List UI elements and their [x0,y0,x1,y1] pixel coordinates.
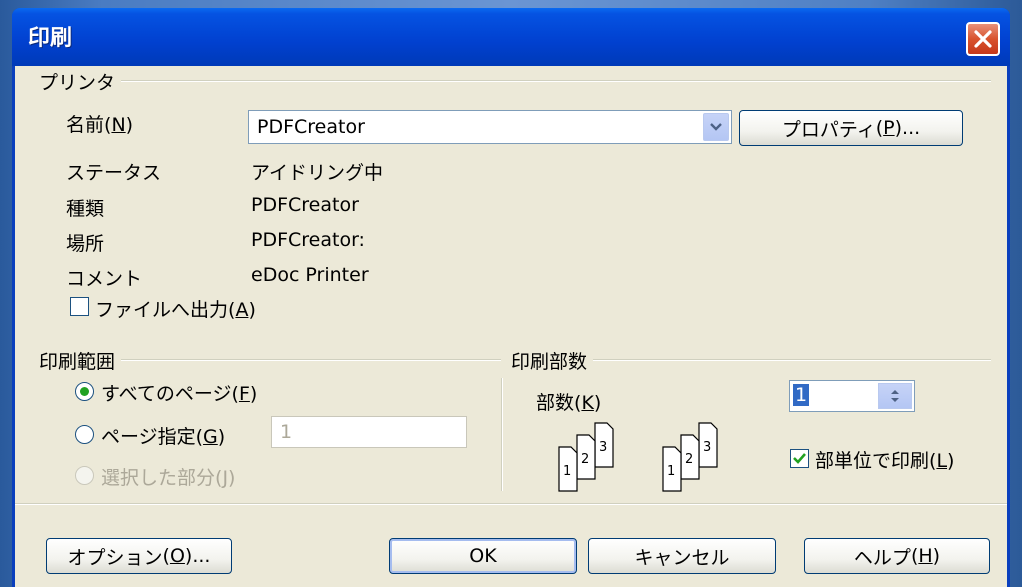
all-pages-label[interactable]: すべてのページ(F) [101,379,257,406]
comment-value: eDoc Printer [251,264,369,286]
collate-stack-2: 3 2 1 [662,422,718,492]
file-output-label[interactable]: ファイルへ出力(A) [95,295,256,322]
location-value: PDFCreator: [251,229,365,251]
comment-label: コメント [66,268,143,290]
title-bar[interactable]: 印刷 [12,8,1010,66]
printer-group-label: プリンタ [39,68,122,95]
printer-group-line [39,80,991,82]
spinner-arrows-icon [891,390,899,402]
collate-stack-1: 3 2 1 [558,422,614,492]
copies-spinner[interactable]: 1 [789,380,915,412]
file-output-checkbox[interactable] [70,297,89,316]
spinner-buttons[interactable] [878,383,912,409]
dialog-body: プリンタ 名前(N) PDFCreator プロパティ(P)... ステータス … [15,66,1007,587]
status-label: ステータス [66,162,162,184]
group-separator [501,378,503,491]
svg-text:1: 1 [563,464,571,479]
svg-text:1: 1 [667,464,675,479]
page-range-input[interactable]: 1 [271,416,467,448]
printer-name-label: 名前(N) [66,114,134,136]
checkmark-icon [793,453,806,464]
page-range-radio[interactable] [75,425,94,444]
svg-text:2: 2 [685,452,693,467]
type-value: PDFCreator [251,194,359,216]
help-button[interactable]: ヘルプ(H) [804,538,990,574]
collate-checkbox[interactable] [790,449,809,468]
dialog-title: 印刷 [28,26,73,51]
type-label: 種類 [66,198,105,220]
svg-text:3: 3 [703,440,711,455]
print-dialog: 印刷 プリンタ 名前(N) PDFCreator プロパティ(P)... ステー… [12,8,1010,587]
all-pages-radio[interactable] [75,382,94,401]
range-group-label: 印刷範囲 [39,347,122,374]
page-range-label[interactable]: ページ指定(G) [101,422,225,449]
copies-count-label: 部数(K) [536,392,602,414]
svg-text:3: 3 [599,440,607,455]
page-range-value: 1 [280,421,293,443]
location-label: 場所 [66,233,105,255]
collate-label[interactable]: 部単位で印刷(L) [815,446,954,473]
cancel-button[interactable]: キャンセル [588,538,776,574]
printer-name-value: PDFCreator [257,116,365,138]
copies-value: 1 [793,384,810,406]
bottom-separator [15,503,1007,505]
options-button[interactable]: オプション(O)... [46,538,232,574]
svg-text:2: 2 [581,452,589,467]
printer-name-select[interactable]: PDFCreator [248,110,732,144]
close-icon [974,30,992,48]
properties-button[interactable]: プロパティ(P)... [739,110,963,146]
close-button[interactable] [966,22,1000,56]
dropdown-button[interactable] [703,113,729,141]
collate-pages-icon: 3 2 1 3 2 1 [558,422,718,492]
ok-button[interactable]: OK [389,538,577,574]
selection-label[interactable]: 選択した部分(J) [101,463,235,490]
copies-group-label: 印刷部数 [511,347,594,374]
selection-radio[interactable] [75,466,94,485]
radio-selected-dot [80,387,89,396]
status-value: アイドリング中 [251,162,384,184]
chevron-down-icon [710,123,722,131]
